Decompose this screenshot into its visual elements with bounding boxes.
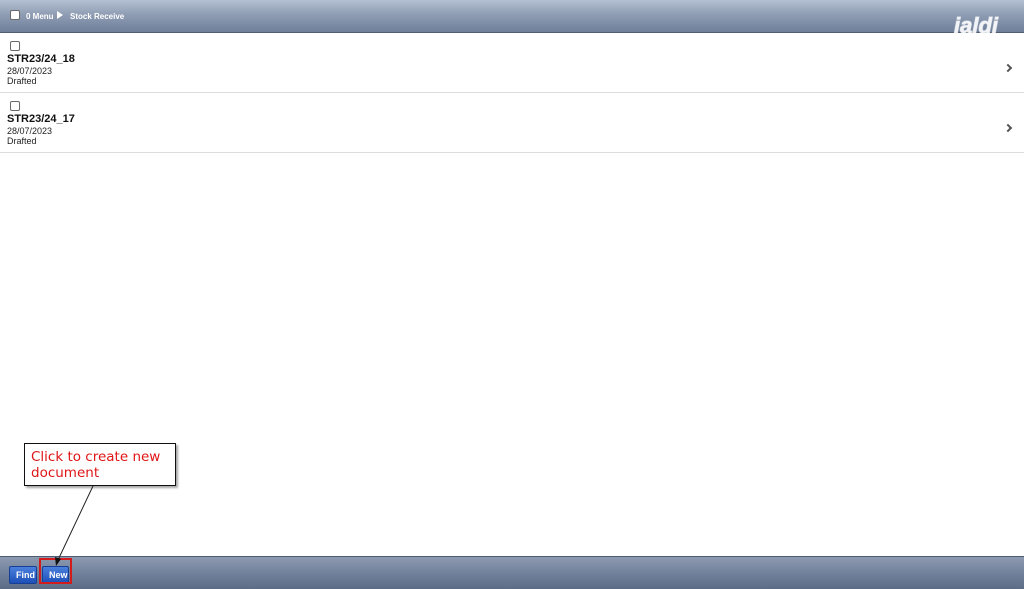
select-all-checkbox[interactable] — [10, 10, 20, 20]
breadcrumb-separator-icon — [57, 11, 63, 19]
new-button-highlight — [39, 558, 72, 584]
list-item[interactable]: STR23/24_18 28/07/2023 Drafted — [0, 33, 1024, 93]
annotation-callout: Click to create new document — [24, 443, 176, 486]
document-list: STR23/24_18 28/07/2023 Drafted STR23/24_… — [0, 33, 1024, 153]
chevron-right-icon[interactable] — [1003, 123, 1013, 133]
document-status: Drafted — [7, 136, 37, 146]
document-number: STR23/24_17 — [7, 113, 75, 125]
list-item[interactable]: STR23/24_17 28/07/2023 Drafted — [0, 93, 1024, 153]
breadcrumb-current: Stock Receive — [70, 12, 125, 21]
document-date: 28/07/2023 — [7, 66, 53, 76]
chevron-right-icon[interactable] — [1003, 63, 1013, 73]
top-bar: 0 Menu Stock Receive jaldi — [0, 0, 1024, 39]
document-number: STR23/24_18 — [7, 53, 75, 65]
row-checkbox[interactable] — [10, 41, 20, 51]
row-checkbox[interactable] — [10, 101, 20, 111]
find-button[interactable]: Find — [9, 566, 37, 584]
document-status: Drafted — [7, 76, 37, 86]
document-date: 28/07/2023 — [7, 126, 53, 136]
menu-link[interactable]: 0 Menu — [26, 12, 54, 21]
bottom-toolbar: Find New — [0, 556, 1024, 589]
